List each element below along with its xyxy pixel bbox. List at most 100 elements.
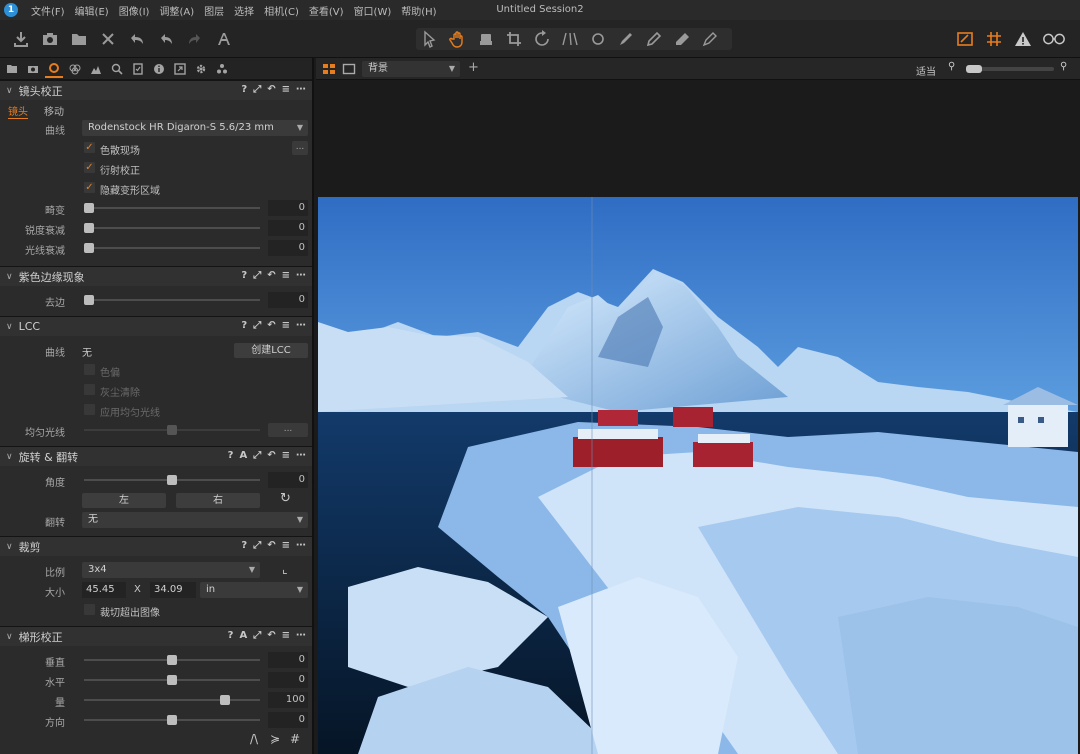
slider-thumb[interactable] — [84, 295, 94, 305]
menu-icon[interactable]: ≡ — [282, 320, 290, 331]
help-icon[interactable]: ? — [241, 540, 247, 551]
collapse-chevron-icon[interactable]: ∨ — [6, 632, 13, 642]
import-icon[interactable] — [10, 28, 32, 50]
auto-icon[interactable]: A — [239, 450, 247, 461]
collapse-chevron-icon[interactable]: ∨ — [6, 322, 13, 332]
auto-icon[interactable]: A — [239, 630, 247, 641]
dust-removal-checkbox[interactable] — [84, 384, 95, 395]
angle-value[interactable]: 0 — [268, 472, 308, 488]
expand-icon[interactable]: ⤢ — [253, 84, 261, 95]
vertical-slider[interactable] — [84, 655, 260, 665]
aspect-slider[interactable] — [84, 715, 260, 725]
eraser-icon[interactable] — [672, 28, 692, 50]
menu-edit[interactable]: 编辑(E) — [70, 3, 114, 18]
crop-icon[interactable] — [504, 28, 524, 50]
help-icon[interactable]: ? — [228, 630, 234, 641]
tab-lens[interactable]: 镜头 — [8, 103, 28, 119]
collapse-chevron-icon[interactable]: ∨ — [6, 452, 13, 462]
angle-slider[interactable] — [84, 475, 260, 485]
more-icon[interactable]: ⋯ — [296, 320, 306, 331]
zoom-out-icon[interactable]: ⚲ — [948, 61, 955, 72]
sharpness-slider[interactable] — [84, 223, 260, 233]
expand-icon[interactable]: ⤢ — [253, 320, 261, 331]
keystone-header[interactable]: ∨ 梯形校正 ? A ⤢ ↶ ≡ ⋯ — [0, 626, 312, 646]
menu-view[interactable]: 查看(V) — [304, 3, 349, 18]
slider-thumb[interactable] — [167, 425, 177, 435]
distortion-value[interactable]: 0 — [268, 200, 308, 216]
expand-icon[interactable]: ⤢ — [253, 630, 261, 641]
ratio-select[interactable]: 3x4 ▼ — [82, 562, 260, 578]
fill-icon[interactable] — [476, 28, 496, 50]
uniform-light-options-button[interactable]: ... — [268, 423, 308, 437]
single-view-icon[interactable] — [342, 62, 356, 76]
pan-icon[interactable] — [448, 28, 468, 50]
text-annotation-icon[interactable] — [213, 28, 235, 50]
exposure-tab-icon[interactable] — [87, 60, 105, 78]
reset-icon[interactable]: ↶ — [267, 540, 275, 551]
reset-icon[interactable]: ↶ — [267, 450, 275, 461]
uniform-light-checkbox[interactable] — [84, 404, 95, 415]
adjustments-tab-icon[interactable] — [129, 60, 147, 78]
menu-window[interactable]: 窗口(W) — [349, 3, 397, 18]
defringe-slider[interactable] — [84, 295, 260, 305]
keystone-full-icon[interactable]: # — [290, 732, 300, 746]
horizontal-slider[interactable] — [84, 675, 260, 685]
slider-thumb[interactable] — [167, 475, 177, 485]
help-icon[interactable]: ? — [228, 450, 234, 461]
output-tab-icon[interactable] — [171, 60, 189, 78]
menu-help[interactable]: 帮助(H) — [396, 3, 441, 18]
collapse-chevron-icon[interactable]: ∨ — [6, 542, 13, 552]
flip-select[interactable]: 无 ▼ — [82, 512, 308, 528]
unit-select[interactable]: in ▼ — [200, 582, 308, 598]
amount-slider[interactable] — [84, 695, 260, 705]
more-icon[interactable]: ⋯ — [296, 450, 306, 461]
ca-checkbox[interactable]: ✓ — [84, 142, 95, 153]
settings-tab-icon[interactable] — [192, 60, 210, 78]
menu-image[interactable]: 图像(I) — [114, 3, 155, 18]
glasses-icon[interactable] — [1041, 28, 1067, 50]
keystone-icon[interactable] — [560, 28, 580, 50]
rotate-left-button[interactable]: 左 — [82, 493, 166, 508]
aspect-value[interactable]: 0 — [268, 712, 308, 728]
reset-icon[interactable]: ↶ — [267, 84, 275, 95]
more-icon[interactable]: ⋯ — [296, 270, 306, 281]
slider-thumb[interactable] — [84, 243, 94, 253]
keystone-horizontal-icon[interactable]: ≽ — [270, 732, 280, 746]
zoom-slider[interactable] — [966, 65, 1054, 73]
menu-camera[interactable]: 相机(C) — [259, 3, 304, 18]
more-icon[interactable]: ⋯ — [296, 84, 306, 95]
menu-select[interactable]: 选择 — [229, 3, 259, 18]
expand-icon[interactable]: ⤢ — [253, 540, 261, 551]
hide-distorted-checkbox[interactable]: ✓ — [84, 182, 95, 193]
rotate-flip-header[interactable]: ∨ 旋转 & 翻转 ? A ⤢ ↶ ≡ ⋯ — [0, 446, 312, 466]
menu-icon[interactable]: ≡ — [282, 450, 290, 461]
menu-icon[interactable]: ≡ — [282, 84, 290, 95]
crop-height-input[interactable]: 34.09 — [150, 582, 196, 598]
lens-profile-select[interactable]: Rodenstock HR Digaron-S 5.6/23 mm ▼ — [82, 120, 308, 136]
slider-thumb[interactable] — [167, 715, 177, 725]
folder-icon[interactable] — [68, 28, 90, 50]
grid-icon[interactable] — [983, 28, 1005, 50]
slider-thumb[interactable] — [84, 203, 94, 213]
tab-move[interactable]: 移动 — [44, 103, 64, 118]
reset-icon[interactable]: ↶ — [267, 630, 275, 641]
reset-icon[interactable]: ↶ — [267, 320, 275, 331]
expand-icon[interactable]: ⤢ — [253, 450, 261, 461]
create-lcc-button[interactable]: 创建LCC — [234, 343, 308, 358]
menu-file[interactable]: 文件(F) — [26, 3, 70, 18]
lcc-header[interactable]: ∨ LCC ? ⤢ ↶ ≡ ⋯ — [0, 316, 312, 336]
capture-tab-icon[interactable] — [24, 60, 42, 78]
free-rotate-icon[interactable]: ↻ — [280, 491, 291, 506]
more-icon[interactable]: ⋯ — [296, 630, 306, 641]
help-icon[interactable]: ? — [241, 84, 247, 95]
crop-width-input[interactable]: 45.45 — [82, 582, 126, 598]
zoom-in-icon[interactable]: ⚲ — [1060, 61, 1067, 72]
batch-tab-icon[interactable] — [213, 60, 231, 78]
crop-header[interactable]: ∨ 裁剪 ? ⤢ ↶ ≡ ⋯ — [0, 536, 312, 556]
delete-icon[interactable] — [97, 28, 119, 50]
app-logo-icon[interactable]: 1 — [4, 3, 18, 17]
background-select[interactable]: 背景 ▼ — [362, 61, 460, 77]
expand-icon[interactable]: ⤢ — [253, 270, 261, 281]
keystone-vertical-icon[interactable]: /\ — [250, 732, 258, 746]
menu-icon[interactable]: ≡ — [282, 540, 290, 551]
